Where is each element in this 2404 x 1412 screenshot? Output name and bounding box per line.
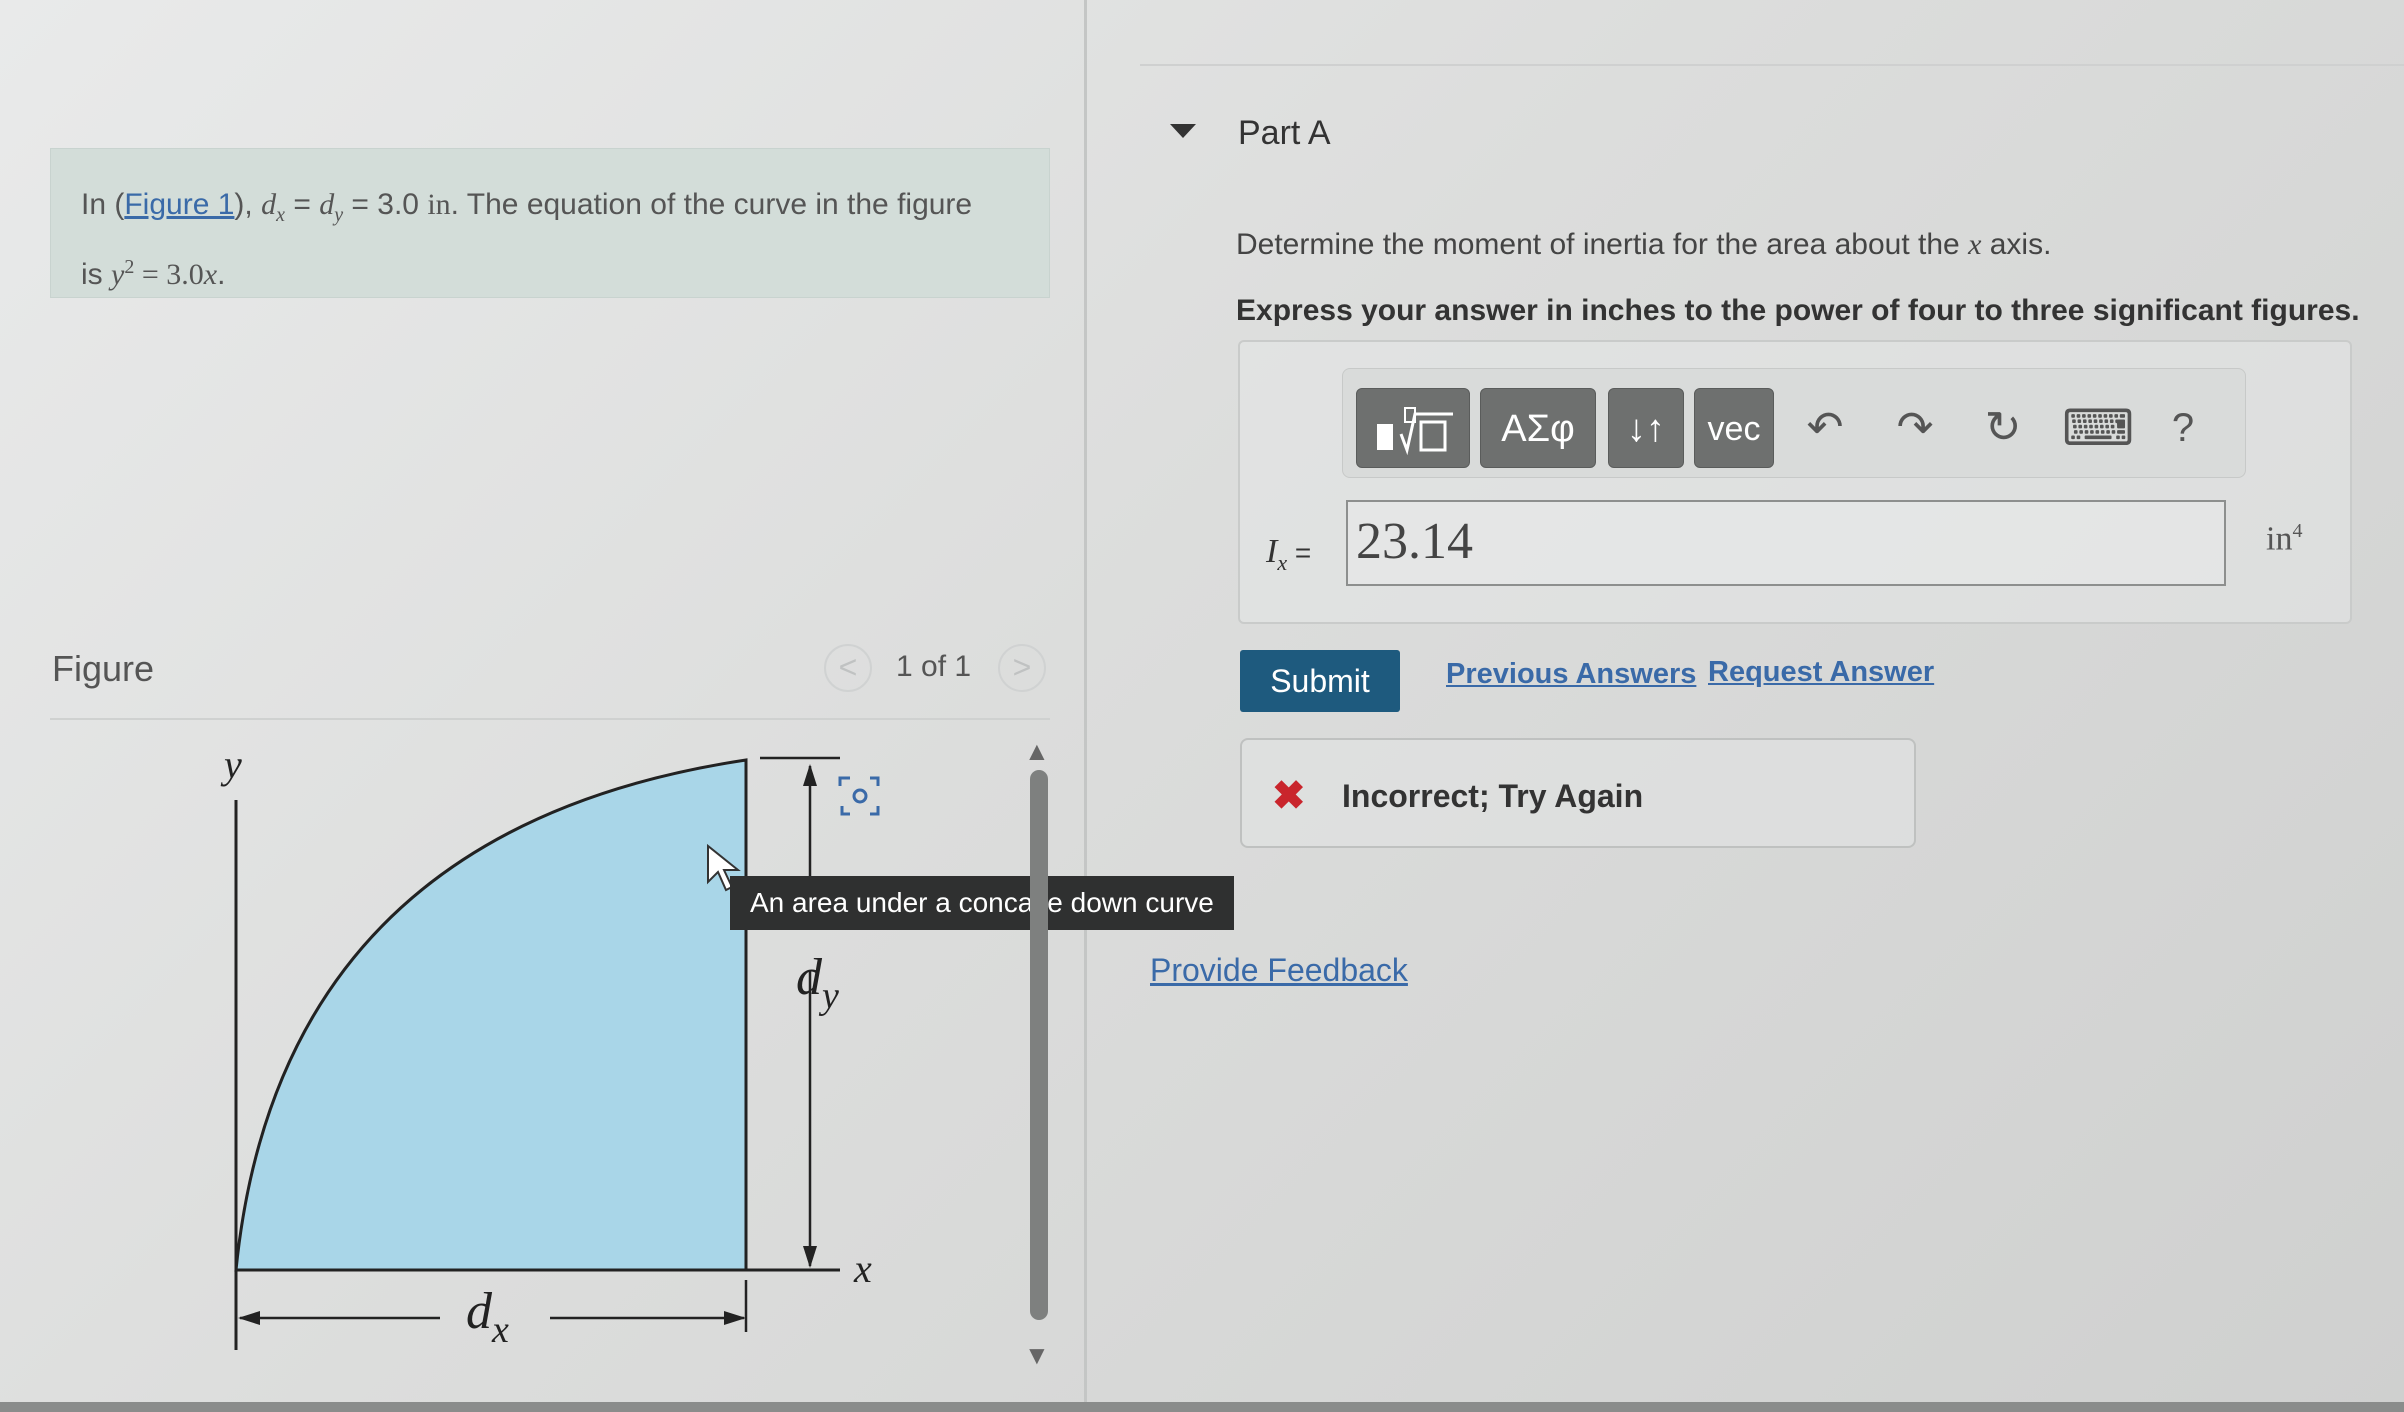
pager-text: 1 of 1 — [896, 650, 972, 683]
request-answer-link[interactable]: Request Answer — [1708, 656, 1934, 689]
line2-prefix: is — [81, 258, 111, 291]
dy-arrow-up — [803, 764, 817, 786]
x-axis-label: x — [853, 1246, 872, 1291]
scroll-up-arrow[interactable]: ▲ — [1024, 736, 1050, 767]
eq2: = 3.0 — [343, 188, 428, 221]
answer-unit: in4 — [2266, 520, 2302, 558]
problem-prefix: In ( — [81, 188, 125, 221]
provide-feedback-link[interactable]: Provide Feedback — [1150, 952, 1408, 989]
templates-button[interactable] — [1356, 388, 1470, 468]
question-text: Determine the moment of inertia for the … — [1236, 228, 2051, 262]
instruction-text: Express your answer in inches to the pow… — [1236, 294, 2360, 327]
figure-title: Figure — [52, 648, 155, 689]
error-x-icon: ✖ — [1272, 774, 1306, 818]
var-symbol: I — [1266, 533, 1278, 570]
answer-input[interactable]: 23.14 — [1346, 500, 2226, 586]
problem-mid: ), — [234, 188, 262, 221]
curve-x: x — [203, 258, 218, 291]
redo-icon[interactable]: ↷ — [1890, 398, 1940, 458]
shaded-area — [234, 758, 748, 1272]
collapse-caret-icon[interactable] — [1170, 124, 1196, 138]
part-title[interactable]: Part A — [1238, 114, 1331, 153]
curve-exp: 2 — [124, 256, 135, 278]
dx-symbol: d — [261, 188, 277, 221]
problem-statement: In (Figure 1), dx = dy = 3.0 in. The equ… — [50, 148, 1050, 298]
dx-arrow-right — [724, 1311, 746, 1325]
dy-symbol: d — [319, 188, 335, 221]
question-prefix: Determine the moment of inertia for the … — [1236, 228, 1969, 261]
templates-icon — [1377, 407, 1453, 456]
y-axis-label: y — [220, 742, 242, 787]
curve-var: y — [111, 258, 125, 291]
question-var: x — [1968, 228, 1982, 261]
figure-scrollbar[interactable] — [1030, 770, 1048, 1320]
dy-arrow-down — [803, 1246, 817, 1268]
greek-button[interactable]: ΑΣφ — [1480, 388, 1596, 468]
dy-sub: y — [334, 204, 344, 226]
bottom-bezel — [0, 1402, 2404, 1412]
figure-tooltip: An area under a concave down curve — [730, 876, 1234, 930]
feedback-text: Incorrect; Try Again — [1342, 778, 1644, 814]
dy-label: dy — [796, 949, 839, 1017]
answer-variable: Ix = — [1266, 532, 1311, 576]
dx-label: dx — [466, 1283, 509, 1351]
var-equals: = — [1287, 537, 1312, 568]
pager-next-button[interactable]: > — [998, 644, 1046, 692]
previous-answers-link[interactable]: Previous Answers — [1446, 658, 1696, 691]
unit-in: in — [427, 188, 451, 221]
pager-prev-button[interactable]: < — [824, 644, 872, 692]
undo-icon[interactable]: ↶ — [1800, 398, 1850, 458]
figure-rule — [50, 718, 1050, 720]
submit-button[interactable]: Submit — [1240, 650, 1400, 712]
sentence-rest: . The equation of the curve in the figur… — [450, 188, 973, 221]
panel-divider[interactable] — [1084, 0, 1087, 1412]
figure-link[interactable]: Figure 1 — [124, 188, 234, 221]
top-rule — [1140, 64, 2404, 66]
help-button[interactable]: ? — [2158, 398, 2208, 458]
keyboard-icon[interactable]: ⌨ — [2062, 398, 2134, 458]
var-sub: x — [1277, 549, 1288, 575]
question-suffix: axis. — [1981, 228, 2052, 261]
subscript-superscript-button[interactable]: ↓↑ — [1608, 388, 1684, 468]
unit-exp: 4 — [2292, 520, 2303, 542]
dx-sub: x — [276, 204, 285, 226]
reset-icon[interactable]: ↻ — [1978, 398, 2028, 458]
scroll-down-arrow[interactable]: ▼ — [1024, 1340, 1050, 1371]
figure-diagram: y x dx dy — [220, 742, 872, 1351]
curve-rhs: = 3.0 — [134, 258, 204, 291]
zoom-icon[interactable] — [836, 772, 884, 820]
unit-base: in — [2266, 520, 2293, 558]
eq1: = — [284, 188, 320, 221]
vector-button[interactable]: vec — [1694, 388, 1774, 468]
dx-arrow-left — [238, 1311, 260, 1325]
curve-end: . — [217, 258, 226, 291]
